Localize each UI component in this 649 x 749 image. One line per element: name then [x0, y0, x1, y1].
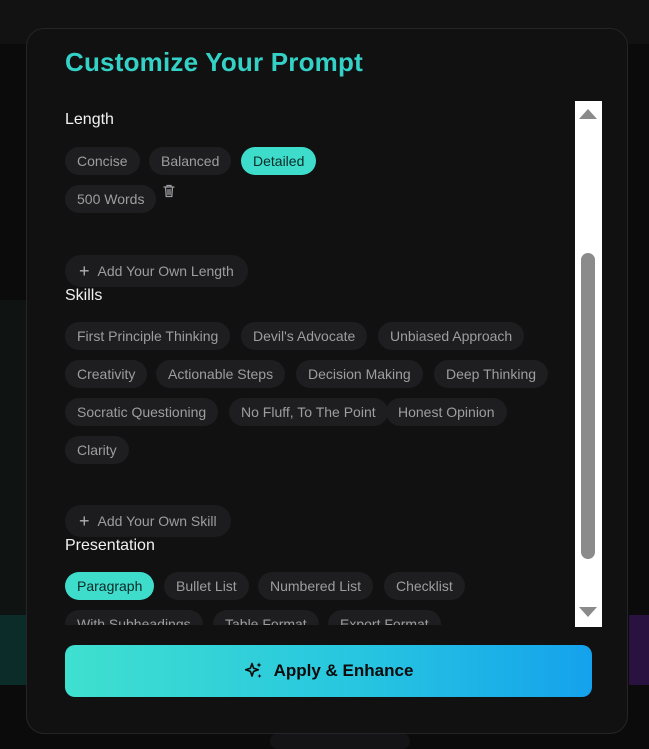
length-option-detailed[interactable]: Detailed — [241, 147, 317, 175]
length-option-balanced[interactable]: Balanced — [149, 147, 232, 175]
scroll-down-arrow-icon[interactable] — [579, 607, 597, 617]
scrollbar-thumb[interactable] — [581, 253, 595, 559]
background-panel — [0, 300, 26, 620]
apply-enhance-label: Apply & Enhance — [273, 661, 414, 680]
skill-option[interactable]: Decision Making — [296, 360, 423, 388]
add-length-label: Add Your Own Length — [97, 263, 234, 279]
plus-icon: + — [79, 261, 90, 281]
background-accent — [629, 615, 649, 685]
presentation-option-paragraph[interactable]: Paragraph — [65, 572, 155, 600]
presentation-option[interactable]: Checklist — [384, 572, 465, 600]
skill-option[interactable]: No Fluff, To The Point — [229, 398, 388, 426]
customize-prompt-modal: Customize Your Prompt Length Concise Bal… — [26, 28, 628, 734]
apply-enhance-button[interactable]: Apply & Enhance — [65, 645, 592, 697]
add-skill-button[interactable]: + Add Your Own Skill — [65, 505, 231, 537]
add-length-button[interactable]: + Add Your Own Length — [65, 255, 248, 287]
skill-option[interactable]: First Principle Thinking — [65, 322, 231, 350]
skill-option[interactable]: Devil's Advocate — [241, 322, 368, 350]
scrollbar[interactable] — [575, 101, 602, 627]
skill-option[interactable]: Clarity — [65, 436, 129, 464]
length-section-title: Length — [65, 111, 114, 128]
presentation-option[interactable]: Numbered List — [258, 572, 374, 600]
presentation-option[interactable]: Export Format — [328, 610, 441, 625]
scroll-up-arrow-icon[interactable] — [579, 109, 597, 119]
modal-title: Customize Your Prompt — [65, 47, 363, 77]
length-option-concise[interactable]: Concise — [65, 147, 140, 175]
trash-icon[interactable] — [161, 183, 177, 199]
length-custom-option[interactable]: 500 Words — [65, 185, 157, 213]
presentation-option[interactable]: Table Format — [213, 610, 319, 625]
presentation-option[interactable]: With Subheadings — [65, 610, 203, 625]
skill-option[interactable]: Creativity — [65, 360, 148, 388]
sparkle-icon — [244, 662, 262, 678]
background-accent — [0, 615, 26, 685]
skills-section-title: Skills — [65, 287, 103, 304]
background-element — [270, 733, 410, 749]
presentation-option[interactable]: Bullet List — [164, 572, 249, 600]
skill-option[interactable]: Actionable Steps — [156, 360, 286, 388]
skill-option[interactable]: Socratic Questioning — [65, 398, 219, 426]
presentation-section-title: Presentation — [65, 537, 155, 554]
add-skill-label: Add Your Own Skill — [97, 513, 217, 529]
options-scroll-area: Length Concise Balanced Detailed 500 Wor… — [65, 101, 565, 625]
skill-option[interactable]: Deep Thinking — [434, 360, 549, 388]
plus-icon: + — [79, 511, 90, 531]
skill-option[interactable]: Unbiased Approach — [378, 322, 525, 350]
skill-option[interactable]: Honest Opinion — [386, 398, 507, 426]
